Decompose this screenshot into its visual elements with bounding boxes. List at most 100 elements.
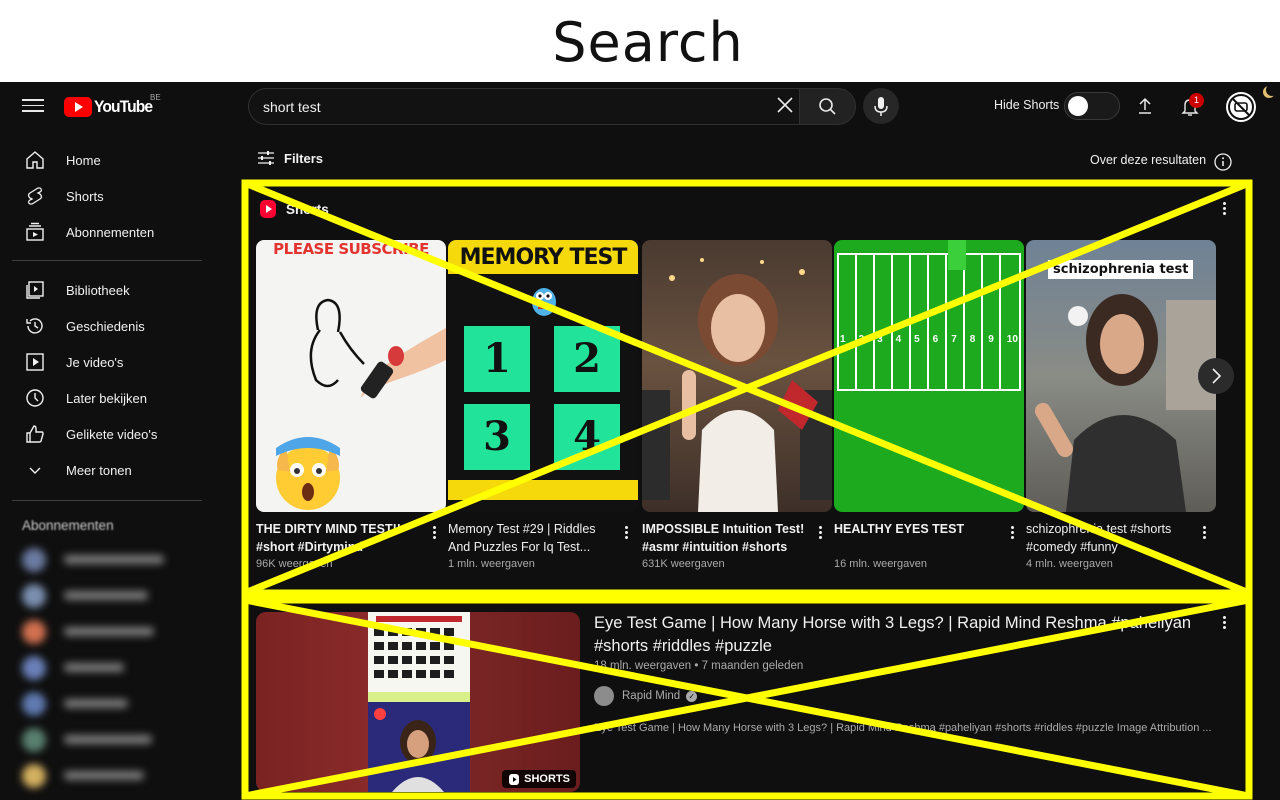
short-card[interactable]: IMPOSSIBLE Intuition Test! #asmr #intuit… [642, 240, 832, 570]
short-views: 16 mln. weergaven [834, 558, 927, 570]
sidebar-item-subscriptions[interactable]: Abonnementen [12, 214, 208, 250]
chevron-down-icon [29, 467, 41, 474]
lane-number: 6 [932, 334, 939, 345]
short-views: 1 mln. weergaven [448, 558, 535, 570]
thumbnail-bottom-bar [448, 480, 638, 500]
video-thumbnail: SHORTS [256, 612, 580, 792]
filters-button[interactable]: Filters [256, 150, 323, 166]
subscription-item[interactable] [22, 726, 198, 754]
shelf-more-icon[interactable] [1218, 200, 1230, 218]
library-icon [26, 281, 44, 299]
sidebar-item-library[interactable]: Bibliotheek [12, 272, 208, 308]
video-title[interactable]: Eye Test Game | How Many Horse with 3 Le… [594, 612, 1194, 658]
short-title: Memory Test #29 | Riddles And Puzzles Fo… [448, 522, 596, 554]
subscription-item[interactable] [22, 762, 198, 790]
shorts-shelf-header: Shorts [260, 200, 329, 218]
sidebar: Home Shorts Abonnementen Bibliotheek Ges… [0, 142, 220, 800]
verified-icon: ✓ [686, 690, 698, 702]
subscription-item[interactable] [22, 690, 198, 718]
short-more-icon[interactable] [620, 524, 632, 542]
subscription-item[interactable] [22, 618, 198, 646]
shelf-next-button[interactable] [1198, 358, 1234, 394]
home-icon [26, 151, 44, 169]
region-code: BE [150, 93, 161, 102]
shorts-icon [509, 773, 520, 785]
toggle-knob [1068, 96, 1088, 116]
sidebar-item-label: Gelikete video's [66, 426, 158, 442]
short-thumbnail: schizophrenia test [1026, 240, 1216, 512]
sidebar-item-label: Geschiedenis [66, 318, 145, 334]
watch-later-icon [26, 389, 44, 407]
subscriptions-heading: Abonnementen [22, 518, 114, 533]
sidebar-show-more[interactable]: Meer tonen [12, 452, 208, 488]
sidebar-item-shorts[interactable]: Shorts [12, 178, 208, 214]
short-card[interactable]: PLEASE SUBSCRIBE THE DIRTY MIND TEST!! #… [256, 240, 446, 570]
account-avatar[interactable] [1226, 92, 1256, 122]
search-button[interactable] [799, 88, 856, 125]
sidebar-item-home[interactable]: Home [12, 142, 208, 178]
sidebar-item-label: Abonnementen [66, 224, 155, 240]
shorts-shelf-title: Shorts [286, 201, 329, 217]
channel-name[interactable]: Rapid Mind [622, 690, 680, 702]
memory-tile: 2 [554, 326, 620, 392]
hide-shorts-toggle[interactable] [1064, 92, 1120, 120]
channel-link[interactable]: Rapid Mind ✓ [594, 686, 698, 706]
sidebar-item-your-videos[interactable]: Je video's [12, 344, 208, 380]
sidebar-item-label: Shorts [66, 188, 104, 204]
about-results-link[interactable]: Over deze resultaten [1090, 153, 1206, 167]
voice-search-button[interactable] [863, 88, 899, 124]
video-description: Eye Test Game | How Many Horse with 3 Le… [594, 722, 1212, 734]
short-thumbnail: 1 2 3 4 5 6 7 8 9 10 [834, 240, 1024, 512]
sidebar-item-label: Later bekijken [66, 390, 147, 406]
short-more-icon[interactable] [1198, 524, 1210, 542]
shorts-logo-icon [260, 200, 276, 218]
video-result[interactable]: SHORTS Eye Test Game | How Many Horse wi… [256, 612, 1246, 792]
clear-search-icon[interactable] [776, 96, 794, 114]
info-icon[interactable] [1213, 152, 1233, 172]
page-title: Search [0, 0, 1280, 82]
lane-number: 8 [969, 334, 976, 345]
history-icon [26, 318, 43, 334]
chevron-right-icon [1212, 368, 1222, 384]
subscription-item[interactable] [22, 654, 198, 682]
lane-number: 9 [988, 334, 994, 345]
youtube-logo[interactable]: YouTube [64, 96, 157, 118]
sidebar-divider [12, 260, 202, 261]
sidebar-item-label: Meer tonen [66, 462, 132, 478]
shorts-icon [27, 187, 43, 205]
memory-test-banner: MEMORY TEST [448, 240, 638, 274]
short-views: 96K weergaven [256, 558, 333, 570]
short-thumbnail: MEMORY TEST 1 2 3 4 [448, 240, 638, 512]
video-more-icon[interactable] [1218, 614, 1230, 632]
sidebar-item-history[interactable]: Geschiedenis [12, 308, 208, 344]
your-videos-icon [26, 353, 44, 371]
short-more-icon[interactable] [1006, 524, 1018, 542]
sidebar-item-watch-later[interactable]: Later bekijken [12, 380, 208, 416]
channel-avatar[interactable] [594, 686, 614, 706]
upload-icon[interactable] [1134, 95, 1156, 117]
search-box [248, 88, 800, 125]
short-card[interactable]: schizophrenia test schizophrenia test #s… [1026, 240, 1216, 570]
short-title: schizophrenia test #shorts #comedy #funn… [1026, 522, 1172, 554]
sidebar-item-liked[interactable]: Gelikete video's [12, 416, 208, 452]
thumbnail-drawing [276, 298, 446, 510]
sidebar-item-label: Bibliotheek [66, 282, 130, 298]
play-logo-icon [64, 97, 92, 117]
subscription-item[interactable] [22, 546, 198, 574]
memory-tile: 3 [464, 404, 530, 470]
lane-number: 5 [914, 334, 920, 345]
short-views: 4 mln. weergaven [1026, 558, 1113, 570]
sidebar-item-label: Home [66, 152, 101, 168]
short-thumbnail: PLEASE SUBSCRIBE [256, 240, 446, 512]
menu-icon[interactable] [22, 96, 44, 116]
subscription-item[interactable] [22, 582, 198, 610]
search-input[interactable] [263, 89, 763, 124]
short-card[interactable]: MEMORY TEST 1 2 3 4 Memory Test #29 | Ri… [448, 240, 638, 570]
short-card[interactable]: 1 2 3 4 5 6 7 8 9 10 HEALTHY EYES TEST 1… [834, 240, 1024, 570]
short-views: 631K weergaven [642, 558, 725, 570]
sidebar-item-label: Je video's [66, 354, 124, 370]
thumbnail-person [642, 258, 832, 512]
short-more-icon[interactable] [814, 524, 826, 542]
short-more-icon[interactable] [428, 524, 440, 542]
short-thumbnail [642, 240, 832, 512]
